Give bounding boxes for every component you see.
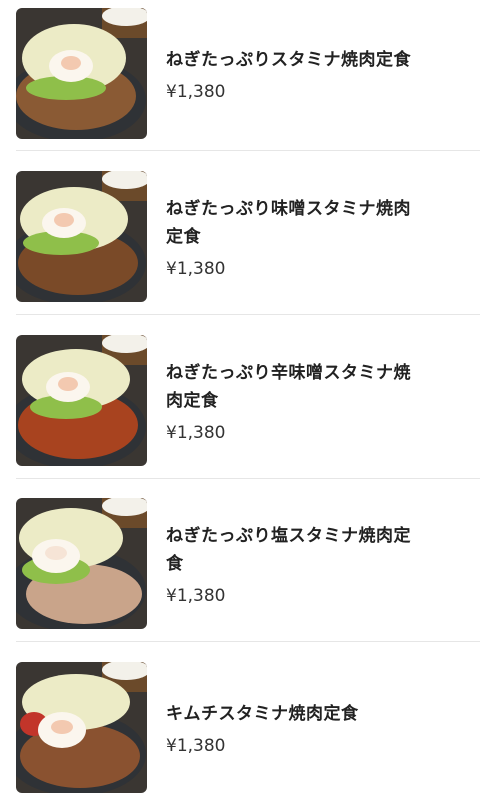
- menu-item-name: ねぎたっぷり辛味噌スタミナ焼 肉定食: [166, 359, 436, 415]
- menu-item-photo: [16, 8, 147, 139]
- menu-item-info: ねぎたっぷりスタミナ焼肉定食 ¥1,380: [166, 46, 436, 103]
- food-photo-image: [16, 498, 147, 629]
- menu-item-name-line: ねぎたっぷり辛味噌スタミナ焼: [166, 363, 411, 383]
- menu-item-photo: [16, 498, 147, 629]
- menu-item-info: キムチスタミナ焼肉定食 ¥1,380: [166, 700, 436, 757]
- divider: [16, 641, 480, 642]
- menu-item-name-line: キムチスタミナ焼肉定食: [166, 704, 359, 724]
- food-photo-image: [16, 171, 147, 302]
- menu-item-list: ねぎたっぷりスタミナ焼肉定食 ¥1,380 ねぎたっぷり味噌スタミナ焼肉 定食 …: [0, 0, 480, 796]
- menu-item[interactable]: ねぎたっぷりスタミナ焼肉定食 ¥1,380: [0, 8, 480, 148]
- food-photo-image: [16, 8, 147, 139]
- menu-item-name: ねぎたっぷり塩スタミナ焼肉定 食: [166, 522, 436, 578]
- menu-item-price: ¥1,380: [166, 586, 226, 606]
- menu-item-name-line: ねぎたっぷり味噌スタミナ焼肉: [166, 199, 411, 219]
- menu-item-name: キムチスタミナ焼肉定食: [166, 700, 436, 728]
- menu-item-price: ¥1,380: [166, 82, 226, 102]
- menu-item-photo: [16, 662, 147, 793]
- menu-item[interactable]: ねぎたっぷり味噌スタミナ焼肉 定食 ¥1,380: [0, 171, 480, 311]
- menu-item-name: ねぎたっぷり味噌スタミナ焼肉 定食: [166, 195, 436, 251]
- divider: [16, 314, 480, 315]
- menu-item[interactable]: ねぎたっぷり塩スタミナ焼肉定 食 ¥1,380: [0, 498, 480, 638]
- menu-item-name-line: 肉定食: [166, 391, 219, 411]
- food-photo-image: [16, 335, 147, 466]
- menu-item-info: ねぎたっぷり塩スタミナ焼肉定 食 ¥1,380: [166, 522, 436, 607]
- menu-item-photo: [16, 171, 147, 302]
- menu-item-name-line: 食: [166, 554, 184, 574]
- menu-item-name-line: ねぎたっぷりスタミナ焼肉定食: [166, 50, 411, 70]
- menu-item[interactable]: ねぎたっぷり辛味噌スタミナ焼 肉定食 ¥1,380: [0, 335, 480, 475]
- menu-item[interactable]: キムチスタミナ焼肉定食 ¥1,380: [0, 662, 480, 796]
- menu-item-name-line: 定食: [166, 227, 201, 247]
- menu-item-photo: [16, 335, 147, 466]
- menu-item-price: ¥1,380: [166, 423, 226, 443]
- divider: [16, 150, 480, 151]
- divider: [16, 478, 480, 479]
- food-photo-image: [16, 662, 147, 793]
- menu-item-name: ねぎたっぷりスタミナ焼肉定食: [166, 46, 436, 74]
- menu-item-info: ねぎたっぷり味噌スタミナ焼肉 定食 ¥1,380: [166, 195, 436, 280]
- menu-item-price: ¥1,380: [166, 259, 226, 279]
- menu-item-name-line: ねぎたっぷり塩スタミナ焼肉定: [166, 526, 411, 546]
- menu-item-info: ねぎたっぷり辛味噌スタミナ焼 肉定食 ¥1,380: [166, 359, 436, 444]
- menu-item-price: ¥1,380: [166, 736, 226, 756]
